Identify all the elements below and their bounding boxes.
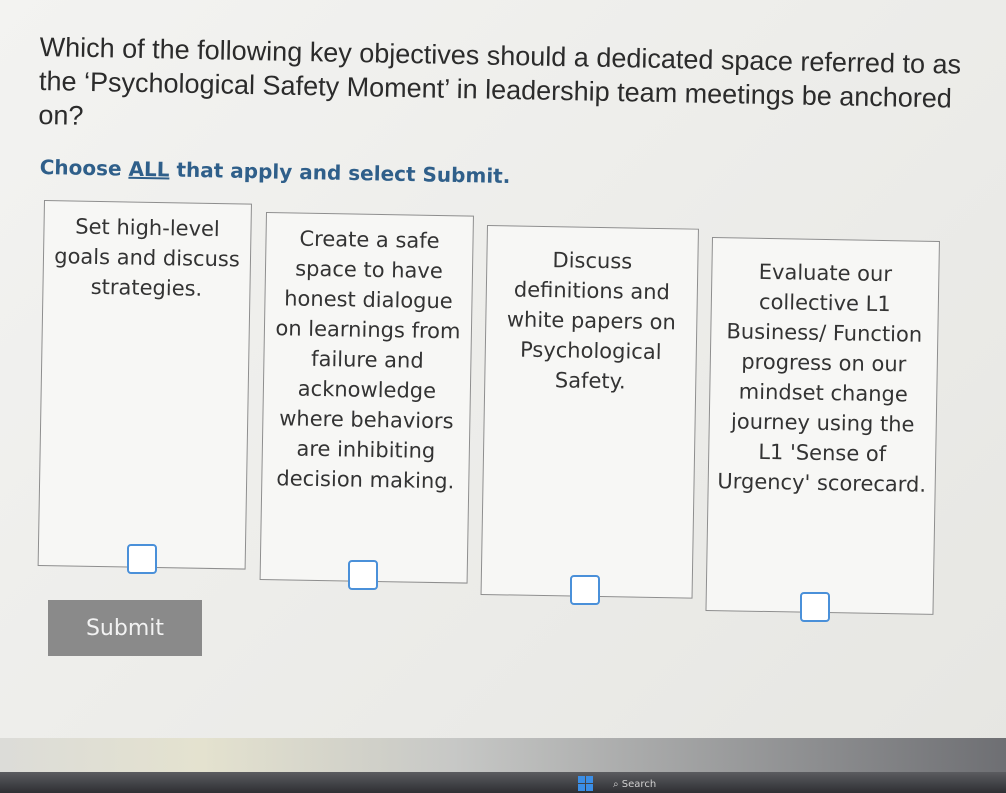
option-4-checkbox[interactable] (800, 592, 830, 622)
windows-start-icon[interactable] (578, 776, 594, 792)
instruction-prefix: Choose (39, 155, 129, 181)
taskbar-search-label: Search (621, 779, 657, 790)
option-card-3[interactable]: Discuss definitions and white papers on … (480, 225, 699, 599)
taskbar (0, 772, 1006, 793)
option-3-text: Discuss definitions and white papers on … (506, 248, 677, 394)
question-text: Which of the following key objectives sh… (38, 31, 962, 131)
instruction-text: Choose ALL that apply and select Submit. (40, 155, 511, 188)
instruction-emphasis: ALL (128, 156, 170, 182)
option-1-checkbox[interactable] (127, 544, 157, 574)
option-card-1[interactable]: Set high-level goals and discuss strateg… (37, 200, 252, 570)
submit-button[interactable]: Submit (48, 600, 202, 656)
option-card-4[interactable]: Evaluate our collective L1 Business/ Fun… (705, 237, 940, 615)
option-3-checkbox[interactable] (570, 575, 600, 605)
search-icon: ⌕ (613, 779, 619, 790)
option-2-checkbox[interactable] (348, 560, 378, 590)
option-2-text: Create a safe space to have honest dialo… (275, 226, 461, 494)
taskbar-search[interactable]: ⌕ Search (613, 779, 656, 790)
option-4-text: Evaluate our collective L1 Business/ Fun… (717, 259, 927, 497)
option-1-text: Set high-level goals and discuss strateg… (54, 214, 240, 301)
instruction-suffix: that apply and select Submit. (169, 157, 511, 189)
option-card-2[interactable]: Create a safe space to have honest dialo… (259, 212, 474, 584)
